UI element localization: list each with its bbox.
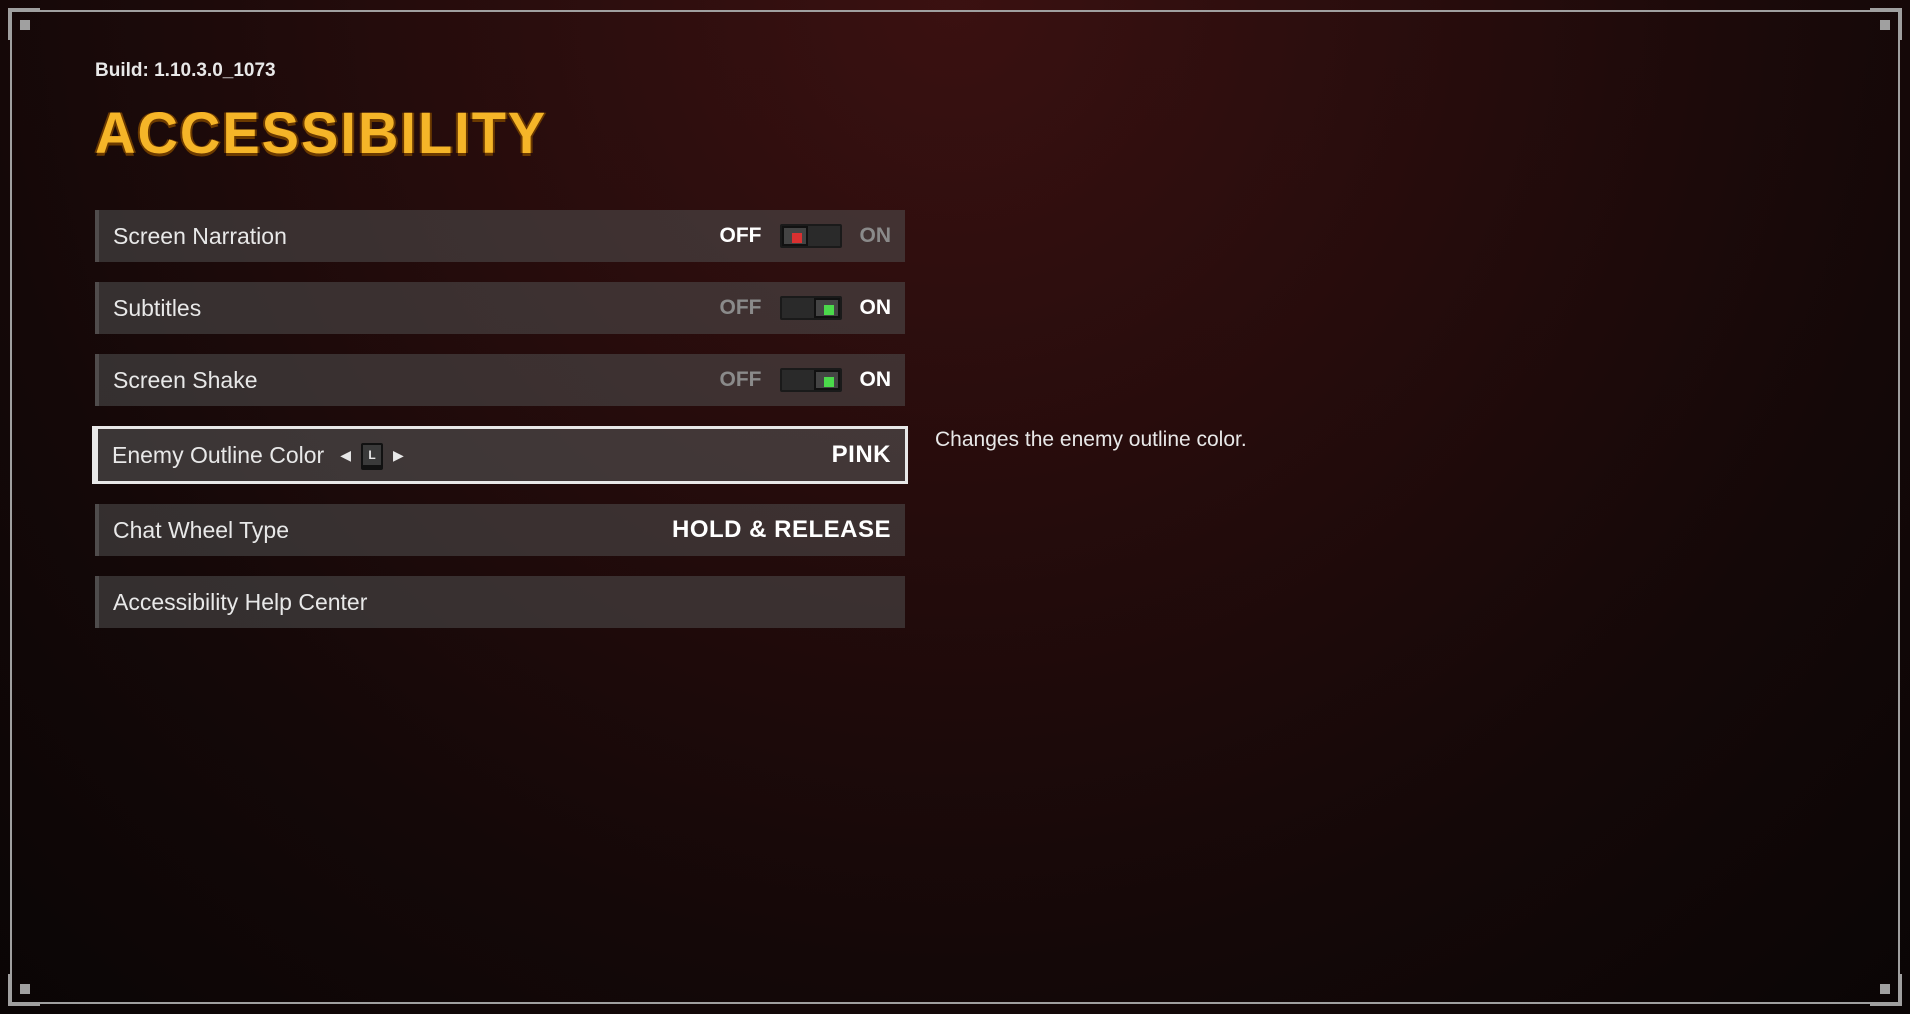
option-subtitles[interactable]: Subtitles OFF ON xyxy=(95,282,905,334)
option-label: Screen Narration xyxy=(113,223,287,250)
option-label: Screen Shake xyxy=(113,367,257,394)
option-value: PINK xyxy=(832,441,891,469)
switch-icon xyxy=(780,224,842,248)
toggle-off-label: OFF xyxy=(720,368,762,392)
toggle-screen-shake[interactable]: OFF ON xyxy=(720,368,892,392)
switch-icon xyxy=(780,296,842,320)
selector-control[interactable]: ◀ L ▶ xyxy=(340,443,404,467)
options-list: Screen Narration OFF ON Subtitles OFF xyxy=(95,210,905,628)
option-label: Accessibility Help Center xyxy=(113,589,367,616)
switch-icon xyxy=(780,368,842,392)
option-accessibility-help-center[interactable]: Accessibility Help Center xyxy=(95,576,905,628)
option-screen-shake[interactable]: Screen Shake OFF ON xyxy=(95,354,905,406)
toggle-off-label: OFF xyxy=(720,224,762,248)
left-stick-icon: L xyxy=(361,443,383,467)
build-version-label: Build: 1.10.3.0_1073 xyxy=(95,60,1815,82)
option-screen-narration[interactable]: Screen Narration OFF ON xyxy=(95,210,905,262)
toggle-on-label: ON xyxy=(860,224,892,248)
option-description: Changes the enemy outline color. xyxy=(935,428,1815,452)
toggle-on-label: ON xyxy=(860,368,892,392)
option-label: Enemy Outline Color xyxy=(112,442,324,469)
option-chat-wheel-type[interactable]: Chat Wheel Type HOLD & RELEASE xyxy=(95,504,905,556)
toggle-off-label: OFF xyxy=(720,296,762,320)
option-value: HOLD & RELEASE xyxy=(672,516,891,544)
toggle-on-label: ON xyxy=(860,296,892,320)
option-enemy-outline-color[interactable]: Enemy Outline Color ◀ L ▶ PINK xyxy=(92,426,908,484)
page-title: ACCESSIBILITY xyxy=(95,98,1815,166)
toggle-subtitles[interactable]: OFF ON xyxy=(720,296,892,320)
arrow-left-icon: ◀ xyxy=(340,447,351,464)
arrow-right-icon: ▶ xyxy=(393,447,404,464)
toggle-screen-narration[interactable]: OFF ON xyxy=(720,224,892,248)
option-label: Subtitles xyxy=(113,295,201,322)
option-label: Chat Wheel Type xyxy=(113,517,289,544)
